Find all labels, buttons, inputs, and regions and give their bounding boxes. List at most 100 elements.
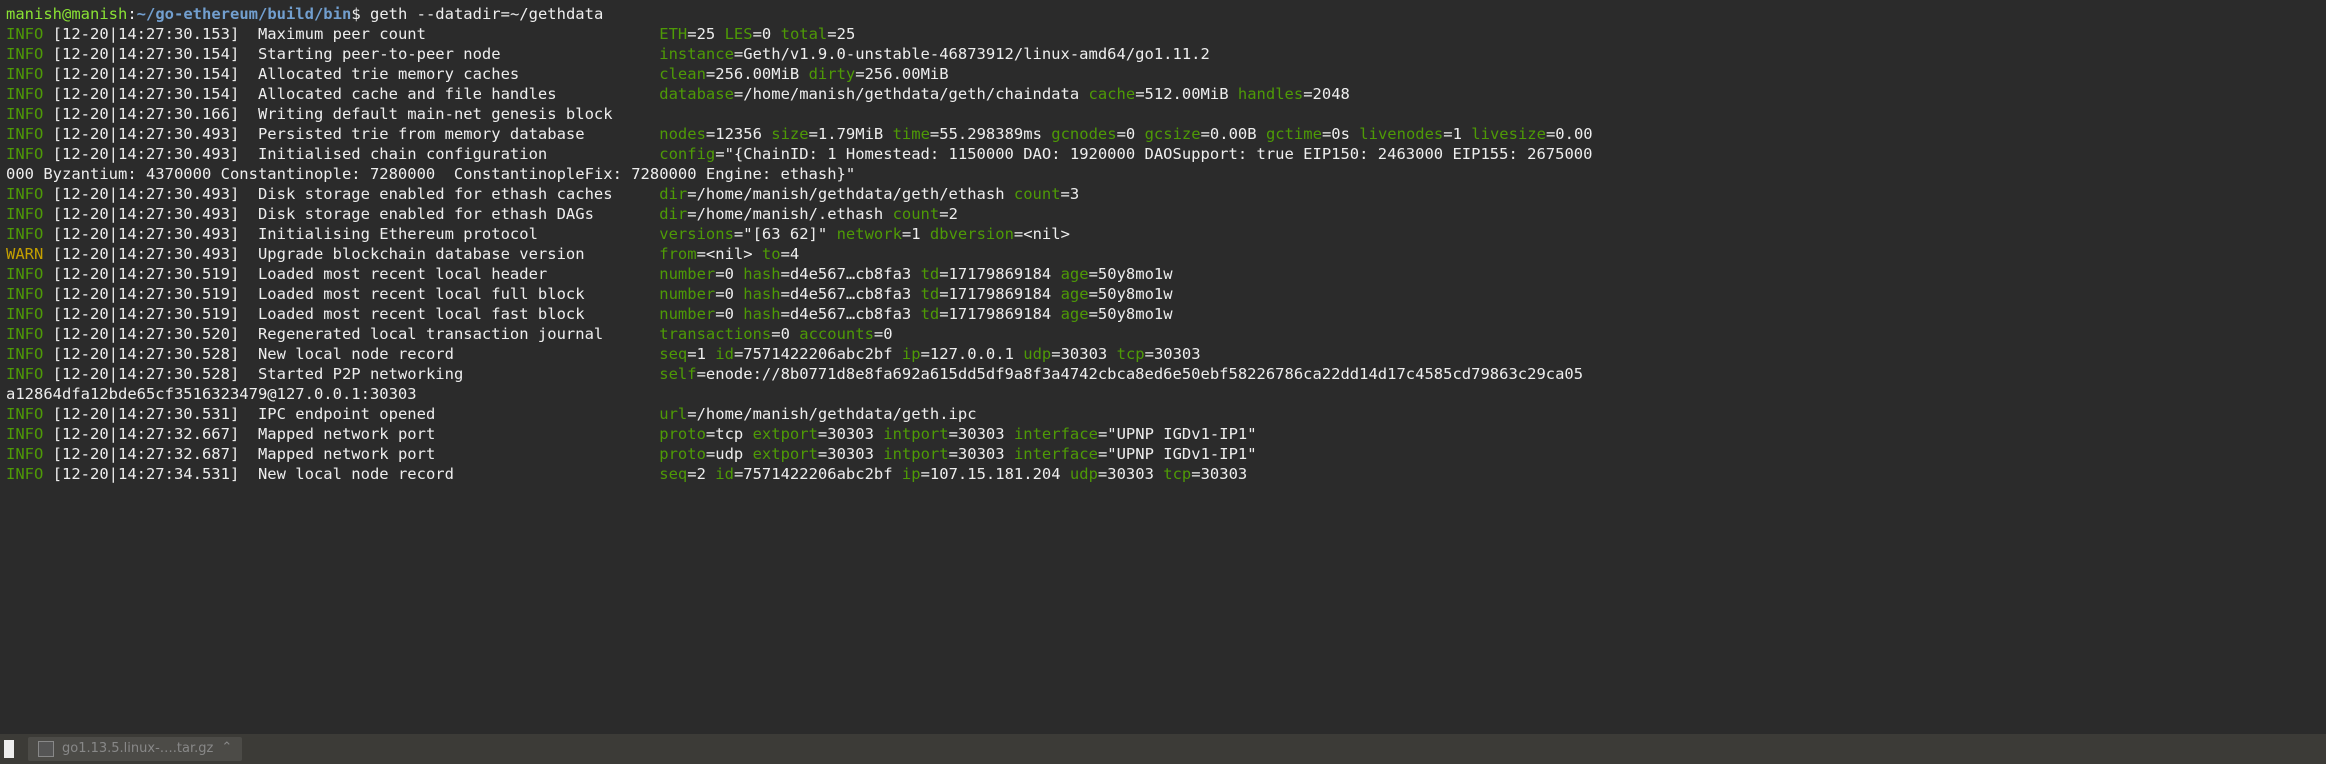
log-value: =enode://8b0771d8e8fa692a615dd5df9a8f3a4… xyxy=(697,365,1584,383)
log-value: =25 xyxy=(827,25,855,43)
log-key: interface xyxy=(1014,425,1098,443)
log-timestamp: [12-20|14:27:30.519] xyxy=(43,265,248,283)
log-timestamp: [12-20|14:27:30.531] xyxy=(43,405,248,423)
log-key: cache xyxy=(1089,85,1136,103)
log-key: id xyxy=(715,345,734,363)
log-value: =2 xyxy=(939,205,958,223)
log-line: INFO [12-20|14:27:30.154] Allocated cach… xyxy=(6,84,2326,104)
log-value: =/home/manish/gethdata/geth.ipc xyxy=(687,405,976,423)
log-value: =25 xyxy=(687,25,715,43)
log-timestamp: [12-20|14:27:30.528] xyxy=(43,345,248,363)
log-message: Loaded most recent local full block xyxy=(249,285,641,303)
log-value: =2 xyxy=(687,465,706,483)
log-value: =/home/manish/gethdata/geth/chaindata xyxy=(734,85,1079,103)
log-value: =0s xyxy=(1322,125,1350,143)
log-key: td xyxy=(921,265,940,283)
log-key: udp xyxy=(1023,345,1051,363)
log-message: Initialised chain configuration xyxy=(249,145,641,163)
log-key: gctime xyxy=(1266,125,1322,143)
log-key: number xyxy=(659,265,715,283)
log-value: =50y8mo1w xyxy=(1089,305,1173,323)
log-value: ="UPNP IGDv1-IP1" xyxy=(1098,425,1257,443)
download-item[interactable]: go1.13.5.linux-….tar.gz ⌃ xyxy=(28,737,242,761)
log-value: =<nil> xyxy=(697,245,753,263)
log-key: url xyxy=(659,405,687,423)
log-message: Starting peer-to-peer node xyxy=(249,45,641,63)
log-key: instance xyxy=(659,45,734,63)
log-key: proto xyxy=(659,445,706,463)
log-key: interface xyxy=(1014,445,1098,463)
log-value: =30303 xyxy=(818,445,874,463)
log-key: seq xyxy=(659,465,687,483)
log-key: dir xyxy=(659,185,687,203)
log-level: INFO xyxy=(6,325,43,343)
log-value: =1 xyxy=(1443,125,1462,143)
log-value: =0 xyxy=(715,285,734,303)
archive-icon xyxy=(38,741,54,757)
log-timestamp: [12-20|14:27:30.493] xyxy=(43,125,248,143)
log-key: hash xyxy=(743,265,780,283)
log-level: INFO xyxy=(6,185,43,203)
log-value: =/home/manish/gethdata/geth/ethash xyxy=(687,185,1004,203)
log-key: gcnodes xyxy=(1051,125,1116,143)
log-message: Loaded most recent local header xyxy=(249,265,641,283)
log-level: INFO xyxy=(6,105,43,123)
log-value: =30303 xyxy=(949,425,1005,443)
log-key: extport xyxy=(753,445,818,463)
log-value: =0 xyxy=(753,25,772,43)
log-value: =4 xyxy=(781,245,800,263)
log-key: seq xyxy=(659,345,687,363)
log-value: =0 xyxy=(715,265,734,283)
log-level: INFO xyxy=(6,425,43,443)
log-key: dbversion xyxy=(930,225,1014,243)
log-message: Initialising Ethereum protocol xyxy=(249,225,641,243)
log-key: livesize xyxy=(1471,125,1546,143)
log-value: =Geth/v1.9.0-unstable-46873912/linux-amd… xyxy=(734,45,1210,63)
log-line: INFO [12-20|14:27:30.493] Disk storage e… xyxy=(6,204,2326,224)
log-message: Mapped network port xyxy=(249,425,641,443)
log-message: Allocated cache and file handles xyxy=(249,85,641,103)
log-value: =50y8mo1w xyxy=(1089,285,1173,303)
log-key: extport xyxy=(753,425,818,443)
log-timestamp: [12-20|14:27:30.519] xyxy=(43,285,248,303)
log-level: INFO xyxy=(6,205,43,223)
terminal-output[interactable]: manish@manish:~/go-ethereum/build/bin$ g… xyxy=(0,0,2326,484)
log-key: number xyxy=(659,305,715,323)
log-value: =256.00MiB xyxy=(855,65,948,83)
log-timestamp: [12-20|14:27:30.154] xyxy=(43,65,248,83)
log-key: nodes xyxy=(659,125,706,143)
prompt-user: manish@manish xyxy=(6,5,127,23)
log-line: INFO [12-20|14:27:30.519] Loaded most re… xyxy=(6,284,2326,304)
log-line: INFO [12-20|14:27:30.520] Regenerated lo… xyxy=(6,324,2326,344)
log-timestamp: [12-20|14:27:30.154] xyxy=(43,45,248,63)
log-message: Regenerated local transaction journal xyxy=(249,325,641,343)
log-key: dirty xyxy=(809,65,856,83)
prompt-line: manish@manish:~/go-ethereum/build/bin$ g… xyxy=(6,4,2326,24)
log-key: gcsize xyxy=(1145,125,1201,143)
log-key: number xyxy=(659,285,715,303)
chevron-up-icon: ⌃ xyxy=(221,738,232,758)
log-key: td xyxy=(921,305,940,323)
log-value: =7571422206abc2bf xyxy=(734,345,893,363)
taskbar: go1.13.5.linux-….tar.gz ⌃ xyxy=(0,734,2326,764)
log-key: id xyxy=(715,465,734,483)
log-value: =55.298389ms xyxy=(930,125,1042,143)
log-line: WARN [12-20|14:27:30.493] Upgrade blockc… xyxy=(6,244,2326,264)
log-key: td xyxy=(921,285,940,303)
log-line: INFO [12-20|14:27:30.493] Initialised ch… xyxy=(6,144,2326,164)
log-value: =30303 xyxy=(1191,465,1247,483)
log-level: INFO xyxy=(6,45,43,63)
log-level: INFO xyxy=(6,85,43,103)
log-line: INFO [12-20|14:27:32.687] Mapped network… xyxy=(6,444,2326,464)
log-key: clean xyxy=(659,65,706,83)
log-key: hash xyxy=(743,285,780,303)
log-line: INFO [12-20|14:27:30.153] Maximum peer c… xyxy=(6,24,2326,44)
log-timestamp: [12-20|14:27:30.154] xyxy=(43,85,248,103)
log-line: INFO [12-20|14:27:30.528] Started P2P ne… xyxy=(6,364,2326,384)
log-key: age xyxy=(1061,265,1089,283)
log-key: ETH xyxy=(659,25,687,43)
log-level: WARN xyxy=(6,245,43,263)
log-timestamp: [12-20|14:27:30.493] xyxy=(43,205,248,223)
log-message: Maximum peer count xyxy=(249,25,641,43)
log-message: Writing default main-net genesis block xyxy=(249,105,641,123)
